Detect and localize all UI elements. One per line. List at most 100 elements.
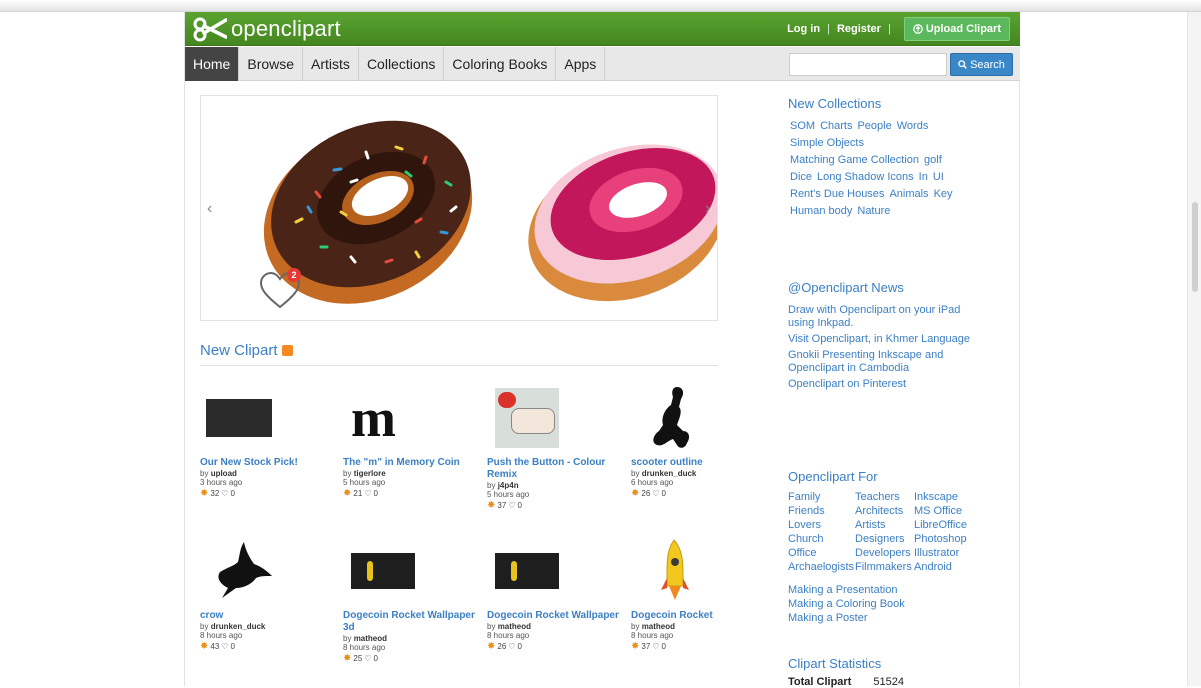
clipart-thumbnail[interactable] (343, 534, 483, 608)
collection-link[interactable]: Key (934, 188, 953, 200)
register-link[interactable]: Register (837, 23, 881, 35)
collection-link[interactable]: Rent's Due Houses (790, 188, 884, 200)
tab-artists[interactable]: Artists (303, 47, 359, 81)
collection-link[interactable]: golf (924, 154, 942, 166)
for-link[interactable]: Church (788, 532, 855, 546)
for-link[interactable]: Lovers (788, 518, 855, 532)
clipart-title[interactable]: Dogecoin Rocket Wallpaper (487, 610, 627, 622)
for-link[interactable]: LibreOffice (914, 518, 974, 532)
for-link[interactable]: Artists (855, 518, 914, 532)
score-icon: ✸ (487, 500, 496, 511)
clipart-title[interactable]: crow (200, 610, 340, 622)
carousel-next-arrow[interactable]: › (705, 200, 710, 218)
site-logo[interactable]: openclipart (193, 15, 341, 43)
clipart-thumbnail[interactable] (200, 534, 340, 608)
upload-clipart-button[interactable]: Upload Clipart (903, 17, 1010, 41)
clipart-card[interactable]: Our New Stock Pick! by upload 3 hours ag… (200, 381, 340, 499)
for-link[interactable]: Archaelogists (788, 560, 855, 574)
author-link[interactable]: matheod (498, 622, 531, 631)
clipart-title[interactable]: Dogecoin Rocket (631, 610, 771, 622)
heart-icon: ♡ (221, 489, 229, 498)
guide-link[interactable]: Making a Coloring Book (788, 597, 905, 611)
news-link[interactable]: Gnokii Presenting Inkscape and Openclipa… (788, 349, 988, 375)
author-link[interactable]: drunken_duck (642, 469, 697, 478)
for-link[interactable]: Illustrator (914, 546, 974, 560)
clipart-thumbnail[interactable]: m (343, 381, 483, 455)
score-icon: ✸ (200, 641, 209, 652)
clipart-title[interactable]: scooter outline (631, 457, 771, 469)
clipart-card[interactable]: Push the Button - Colour Remix by j4p4n … (487, 381, 627, 511)
search-button[interactable]: Search (950, 53, 1013, 76)
tab-coloring-books[interactable]: Coloring Books (444, 47, 557, 81)
clipart-card[interactable]: m The "m" in Memory Coin by tigerlore 5 … (343, 381, 483, 499)
for-link[interactable]: Office (788, 546, 855, 560)
tab-browse[interactable]: Browse (239, 47, 304, 81)
for-link[interactable]: Designers (855, 532, 914, 546)
collection-link[interactable]: In (919, 171, 928, 183)
clipart-card[interactable]: Dogecoin Rocket Wallpaper by matheod 8 h… (487, 534, 627, 652)
rss-icon[interactable] (281, 345, 293, 356)
tab-collections[interactable]: Collections (359, 47, 445, 81)
collection-link[interactable]: Matching Game Collection (790, 154, 919, 166)
clipart-card[interactable]: Dogecoin Rocket Wallpaper 3d by matheod … (343, 534, 483, 664)
author-link[interactable]: drunken_duck (211, 622, 266, 631)
page-scrollbar[interactable] (1187, 12, 1201, 686)
clipart-thumbnail[interactable] (631, 381, 771, 455)
news-link[interactable]: Openclipart on Pinterest (788, 378, 988, 391)
clipart-time: 3 hours ago (200, 478, 243, 487)
collection-link[interactable]: SOM (790, 120, 815, 132)
collection-link[interactable]: Animals (889, 188, 928, 200)
clipart-thumbnail[interactable] (487, 534, 627, 608)
featured-carousel[interactable]: ‹ › 2 (200, 95, 718, 321)
collection-link[interactable]: Human body (790, 205, 852, 217)
collection-link[interactable]: Nature (857, 205, 890, 217)
collection-link[interactable]: UI (933, 171, 944, 183)
collection-link[interactable]: Dice (790, 171, 812, 183)
collection-link[interactable]: Charts (820, 120, 852, 132)
collection-link[interactable]: Words (897, 120, 929, 132)
login-link[interactable]: Log in (787, 23, 820, 35)
clipart-title[interactable]: Dogecoin Rocket Wallpaper 3d (343, 610, 483, 634)
for-link[interactable]: Teachers (855, 490, 914, 504)
for-link[interactable]: Architects (855, 504, 914, 518)
clipart-thumbnail[interactable] (631, 534, 771, 608)
collection-link[interactable]: Long Shadow Icons (817, 171, 914, 183)
for-link[interactable]: Filmmakers (855, 560, 914, 574)
author-link[interactable]: upload (211, 469, 237, 478)
clipart-time: 5 hours ago (487, 490, 530, 499)
guide-link[interactable]: Making a Presentation (788, 583, 905, 597)
heart-icon: ♡ (508, 642, 516, 651)
tab-apps[interactable]: Apps (556, 47, 606, 81)
author-link[interactable]: matheod (354, 634, 387, 643)
favorite-heart-button[interactable]: 2 (259, 268, 303, 311)
for-link[interactable]: Developers (855, 546, 914, 560)
clipart-card[interactable]: scooter outline by drunken_duck 6 hours … (631, 381, 771, 499)
clipart-card[interactable]: Dogecoin Rocket by matheod 8 hours ago ✸… (631, 534, 771, 652)
for-link[interactable]: Inkscape (914, 490, 974, 504)
for-link[interactable]: Photoshop (914, 532, 974, 546)
clipart-title[interactable]: The "m" in Memory Coin (343, 457, 483, 469)
clipart-card[interactable]: crow by drunken_duck 8 hours ago ✸ 43 ♡ 0 (200, 534, 340, 652)
author-link[interactable]: tigerlore (354, 469, 386, 478)
guide-link[interactable]: Making a Poster (788, 611, 905, 625)
author-link[interactable]: j4p4n (498, 481, 519, 490)
tab-home[interactable]: Home (185, 47, 240, 81)
clipart-thumbnail[interactable] (200, 381, 340, 455)
search-input[interactable] (789, 53, 947, 76)
for-link[interactable]: Android (914, 560, 974, 574)
clipart-title[interactable]: Our New Stock Pick! (200, 457, 340, 469)
clipart-title[interactable]: Push the Button - Colour Remix (487, 457, 627, 481)
news-list: Draw with Openclipart on your iPad using… (788, 304, 988, 394)
carousel-prev-arrow[interactable]: ‹ (207, 200, 212, 218)
clipart-thumbnail[interactable] (487, 381, 627, 455)
news-link[interactable]: Draw with Openclipart on your iPad using… (788, 304, 988, 330)
author-link[interactable]: matheod (642, 622, 675, 631)
scrollbar-thumb[interactable] (1192, 202, 1198, 292)
collection-link[interactable]: Simple Objects (790, 137, 864, 149)
for-link[interactable]: Family (788, 490, 855, 504)
for-link[interactable]: MS Office (914, 504, 974, 518)
collection-link[interactable]: People (857, 120, 891, 132)
news-link[interactable]: Visit Openclipart, in Khmer Language (788, 333, 988, 346)
for-link[interactable]: Friends (788, 504, 855, 518)
new-clipart-title[interactable]: New Clipart (200, 342, 278, 359)
